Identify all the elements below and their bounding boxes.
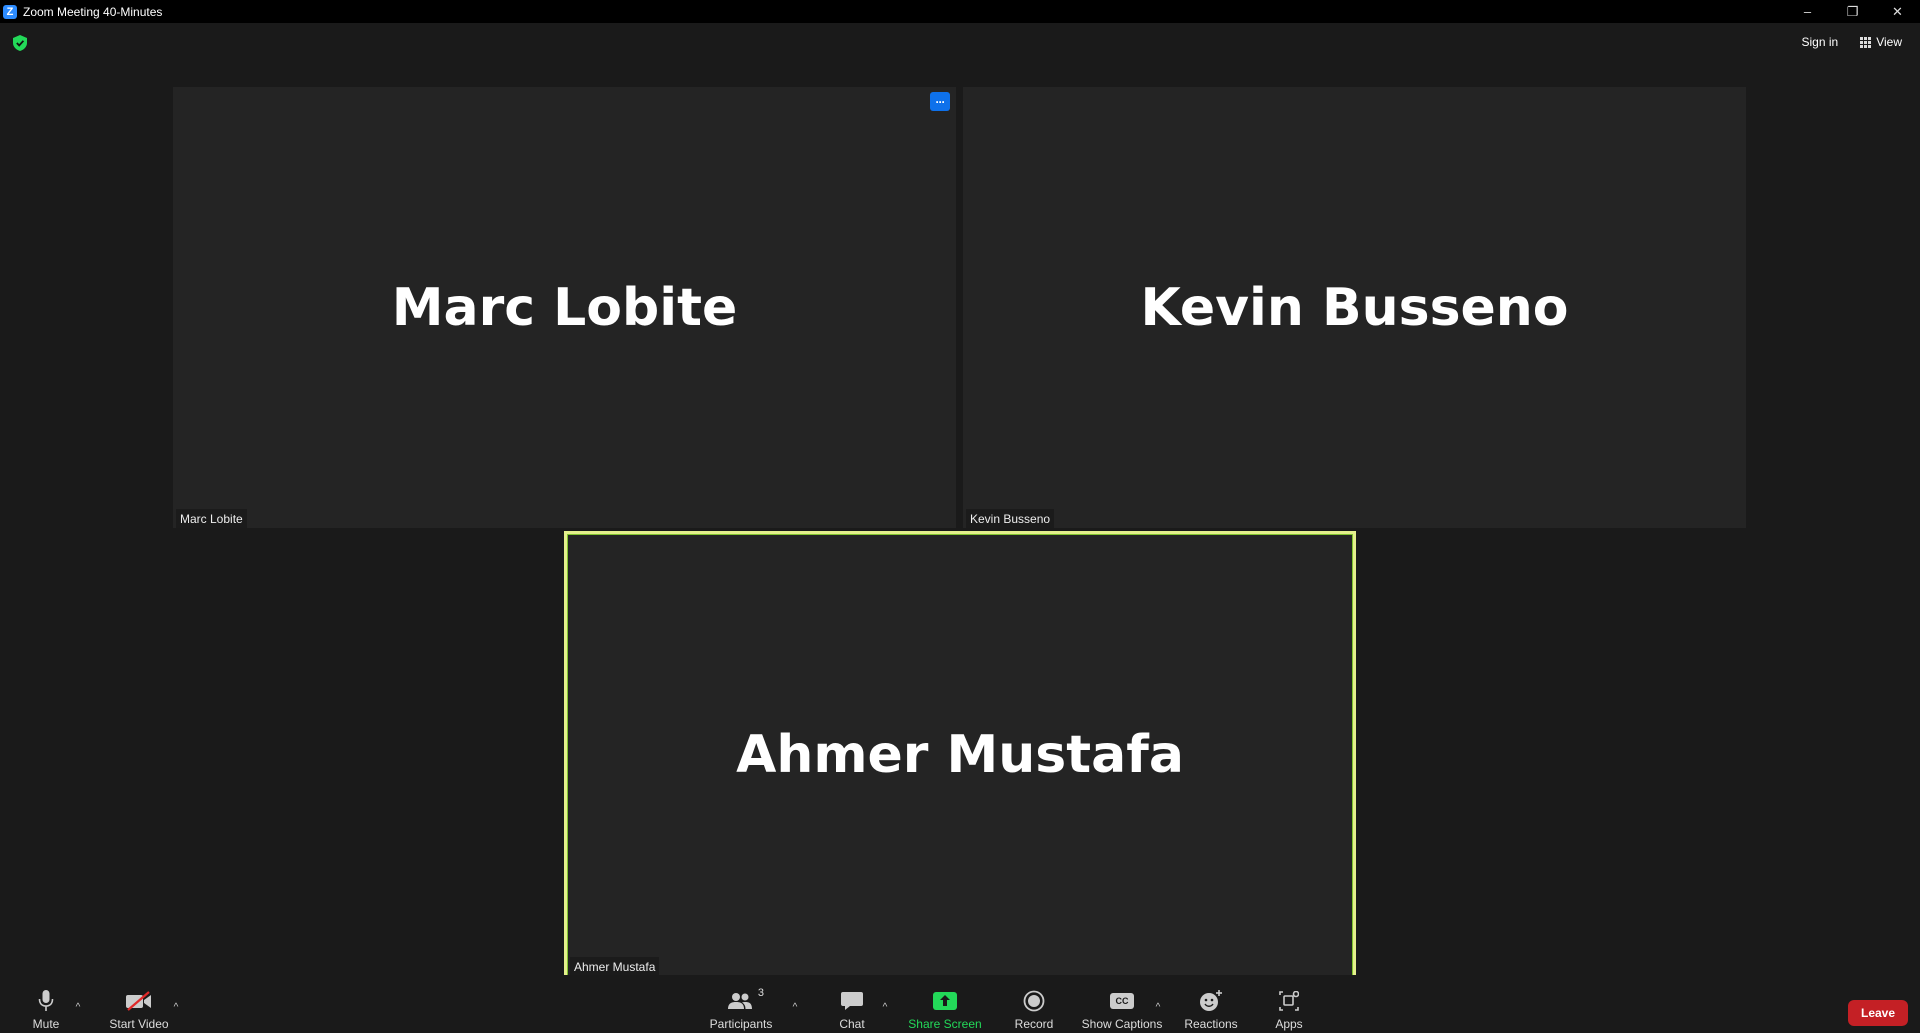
share-screen-icon: [933, 987, 957, 1015]
show-captions-label: Show Captions: [1081, 1017, 1163, 1031]
record-icon: [1023, 987, 1045, 1015]
view-label: View: [1876, 35, 1902, 49]
participant-name-label: Marc Lobite: [176, 509, 247, 528]
reactions-label: Reactions: [1184, 1017, 1238, 1031]
close-button[interactable]: ✕: [1875, 0, 1920, 23]
participant-name-display: Kevin Busseno: [1140, 277, 1569, 338]
participant-name-display: Ahmer Mustafa: [736, 725, 1184, 785]
apps-icon: [1279, 987, 1299, 1015]
participants-label: Participants: [709, 1017, 773, 1031]
share-screen-label: Share Screen: [908, 1017, 982, 1031]
more-options-button[interactable]: ···: [930, 92, 950, 111]
window-controls: – ❐ ✕: [1785, 0, 1920, 23]
mute-button[interactable]: Mute: [26, 975, 66, 1033]
captions-options-caret[interactable]: ^: [1152, 1002, 1164, 1013]
show-captions-button[interactable]: CC Show Captions: [1081, 975, 1163, 1033]
grid-icon: [1860, 36, 1872, 48]
participant-name-display: Marc Lobite: [391, 277, 738, 338]
shield-check-icon[interactable]: [13, 35, 27, 51]
participants-button[interactable]: 3 Participants: [706, 975, 776, 1033]
start-video-button[interactable]: Start Video: [104, 975, 174, 1033]
microphone-icon: [38, 987, 54, 1015]
video-tile-ahmer-mustafa[interactable]: Ahmer Mustafa Ahmer Mustafa: [564, 531, 1356, 979]
participant-name-label: Kevin Busseno: [966, 509, 1055, 528]
video-tile-kevin-busseno[interactable]: Kevin Busseno Kevin Busseno: [963, 87, 1746, 528]
participant-name-label: Ahmer Mustafa: [570, 957, 660, 976]
reactions-button[interactable]: Reactions: [1181, 975, 1241, 1033]
meeting-toolbar: Mute ^ Start Video ^ 3 Participants ^ Ch…: [0, 975, 1920, 1033]
closed-captions-icon: CC: [1110, 987, 1134, 1015]
participants-options-caret[interactable]: ^: [789, 1002, 801, 1013]
sign-in-label: Sign in: [1801, 35, 1839, 49]
share-screen-button[interactable]: Share Screen: [905, 975, 985, 1033]
participants-icon: 3: [728, 987, 764, 1015]
sign-in-button[interactable]: Sign in: [1793, 31, 1847, 53]
video-off-icon: [125, 987, 153, 1015]
record-label: Record: [1014, 1017, 1054, 1031]
header-actions: Sign in View: [1793, 31, 1910, 53]
zoom-logo-icon: Z: [3, 4, 17, 19]
mute-label: Mute: [32, 1017, 60, 1031]
chat-label: Chat: [839, 1017, 865, 1031]
leave-button[interactable]: Leave: [1848, 1000, 1908, 1026]
chat-bubble-icon: [841, 987, 863, 1015]
minimize-button[interactable]: –: [1785, 0, 1830, 23]
audio-options-caret[interactable]: ^: [72, 1002, 84, 1013]
apps-button[interactable]: Apps: [1269, 975, 1309, 1033]
video-options-caret[interactable]: ^: [170, 1002, 182, 1013]
view-button[interactable]: View: [1852, 31, 1910, 53]
window-titlebar: Z Zoom Meeting 40-Minutes – ❐ ✕: [0, 0, 1920, 23]
chat-options-caret[interactable]: ^: [879, 1002, 891, 1013]
participants-count: 3: [757, 987, 764, 999]
record-button[interactable]: Record: [1009, 975, 1059, 1033]
apps-label: Apps: [1275, 1017, 1303, 1031]
start-video-label: Start Video: [109, 1017, 169, 1031]
window-title: Zoom Meeting 40-Minutes: [23, 4, 163, 19]
video-tile-marc-lobite[interactable]: Marc Lobite Marc Lobite ···: [173, 87, 956, 528]
restore-button[interactable]: ❐: [1830, 0, 1875, 23]
chat-button[interactable]: Chat: [832, 975, 872, 1033]
smiley-plus-icon: [1199, 987, 1223, 1015]
